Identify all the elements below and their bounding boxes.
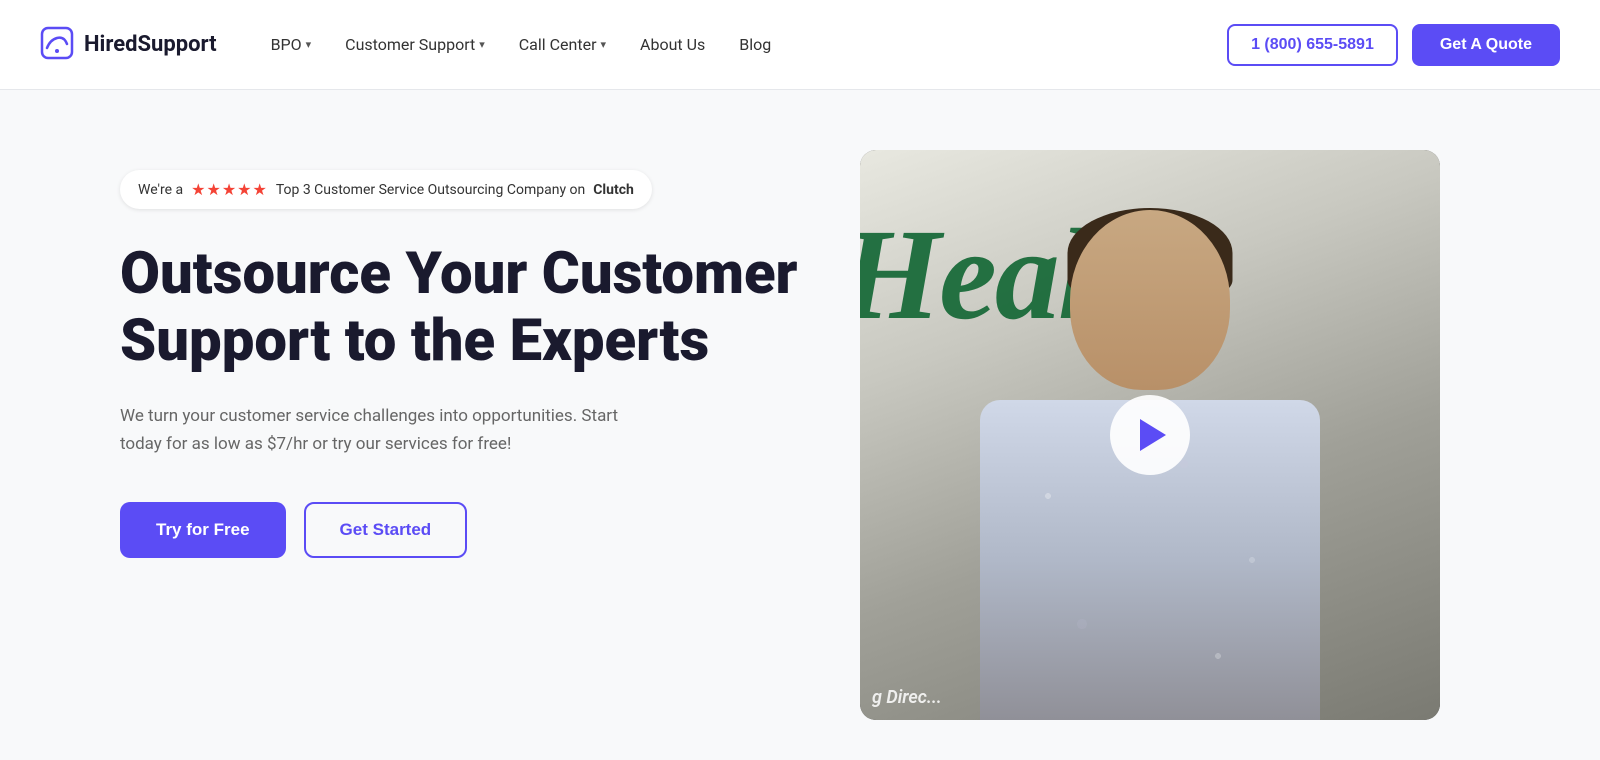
play-button[interactable]	[1110, 395, 1190, 475]
star-rating: ★★★★★	[191, 180, 268, 199]
hero-title: Outsource Your Customer Support to the E…	[120, 241, 800, 374]
bpo-chevron-icon: ▾	[306, 38, 312, 51]
hero-section: We're a ★★★★★ Top 3 Customer Service Out…	[0, 90, 1600, 760]
nav-links: BPO ▾ Customer Support ▾ Call Center ▾ A…	[257, 27, 786, 62]
logo-icon	[40, 26, 74, 64]
clutch-badge: We're a ★★★★★ Top 3 Customer Service Out…	[120, 170, 652, 209]
call-center-chevron-icon: ▾	[601, 38, 607, 51]
logo[interactable]: HiredSupport	[40, 26, 217, 64]
get-quote-button[interactable]: Get A Quote	[1412, 24, 1560, 66]
nav-item-blog[interactable]: Blog	[725, 27, 785, 62]
nav-item-call-center[interactable]: Call Center ▾	[505, 27, 620, 62]
navbar-right: 1 (800) 655-5891 Get A Quote	[1227, 24, 1560, 66]
hero-description: We turn your customer service challenges…	[120, 402, 640, 458]
hero-buttons: Try for Free Get Started	[120, 502, 800, 558]
get-started-button[interactable]: Get Started	[304, 502, 468, 558]
logo-text: HiredSupport	[84, 32, 217, 57]
person-head	[1070, 210, 1230, 390]
hero-video[interactable]: Health g Direc...	[860, 150, 1440, 720]
phone-button[interactable]: 1 (800) 655-5891	[1227, 24, 1398, 66]
video-caption: g Direc...	[872, 687, 942, 708]
badge-clutch: Clutch	[593, 182, 634, 198]
badge-pre-text: We're a	[138, 182, 183, 198]
customer-support-chevron-icon: ▾	[479, 38, 485, 51]
hero-left: We're a ★★★★★ Top 3 Customer Service Out…	[120, 140, 800, 558]
nav-item-customer-support[interactable]: Customer Support ▾	[331, 27, 499, 62]
nav-item-bpo[interactable]: BPO ▾	[257, 27, 326, 62]
navbar-left: HiredSupport BPO ▾ Customer Support ▾ Ca…	[40, 26, 785, 64]
video-container: Health g Direc...	[860, 150, 1440, 720]
badge-post-text: Top 3 Customer Service Outsourcing Compa…	[276, 182, 585, 198]
try-free-button[interactable]: Try for Free	[120, 502, 286, 558]
play-icon	[1140, 419, 1166, 451]
navbar: HiredSupport BPO ▾ Customer Support ▾ Ca…	[0, 0, 1600, 90]
nav-item-about-us[interactable]: About Us	[626, 27, 719, 62]
